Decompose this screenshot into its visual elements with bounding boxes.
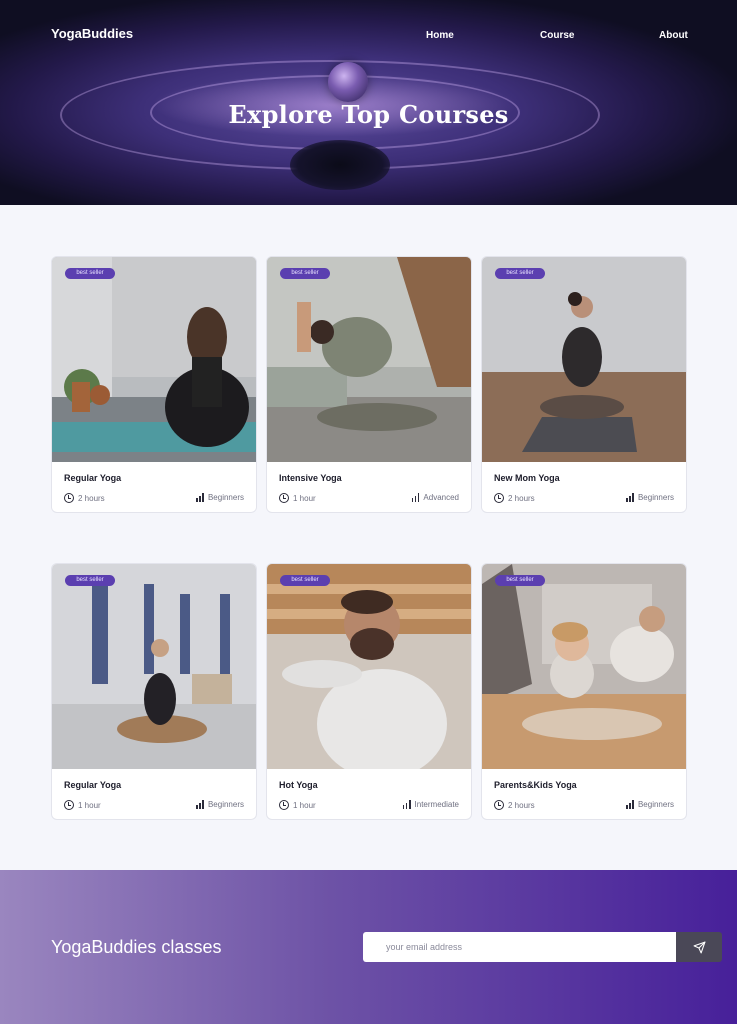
- level-label: Beginners: [637, 493, 674, 502]
- course-photo: [52, 257, 256, 462]
- signal-bars-icon: [196, 493, 204, 502]
- newsletter-footer: YogaBuddies classes: [0, 870, 737, 1024]
- course-title: Regular Yoga: [64, 780, 122, 790]
- duration-label: 1 hour: [293, 800, 316, 810]
- course-level: Beginners: [626, 800, 674, 809]
- clock-icon: [64, 493, 74, 503]
- course-card[interactable]: best seller Hot Yoga 1 hour Intermediate: [266, 563, 472, 820]
- clock-icon: [279, 493, 289, 503]
- clock-icon: [494, 493, 504, 503]
- signal-bars-icon: [626, 800, 634, 809]
- nav-about[interactable]: About: [659, 30, 688, 41]
- course-duration: 1 hour: [279, 800, 316, 810]
- level-label: Beginners: [207, 493, 244, 502]
- course-card[interactable]: best seller Parents&Kids Yoga 2 hours Be…: [481, 563, 687, 820]
- course-card[interactable]: best seller New Mom Yoga 2 hours Beginne…: [481, 256, 687, 513]
- course-level: Advanced: [411, 493, 459, 502]
- duration-label: 1 hour: [78, 800, 101, 810]
- course-title: Parents&Kids Yoga: [494, 780, 577, 790]
- course-photo: [52, 564, 256, 769]
- clock-icon: [279, 800, 289, 810]
- water-drop: [328, 62, 368, 102]
- course-title: Hot Yoga: [279, 780, 318, 790]
- course-card[interactable]: best seller Regular Yoga 2 hours Beginne…: [51, 256, 257, 513]
- best-seller-badge: best seller: [280, 575, 330, 586]
- best-seller-badge: best seller: [65, 268, 115, 279]
- hero-banner: YogaBuddies Home Course About Explore To…: [0, 0, 737, 205]
- logo[interactable]: YogaBuddies: [51, 26, 133, 41]
- signal-bars-icon: [196, 800, 204, 809]
- course-level: Beginners: [196, 493, 244, 502]
- level-label: Beginners: [207, 800, 244, 809]
- course-level: Beginners: [196, 800, 244, 809]
- page-title: Explore Top Courses: [228, 100, 509, 129]
- course-duration: 2 hours: [494, 800, 535, 810]
- course-photo: [482, 257, 686, 462]
- duration-label: 2 hours: [508, 800, 535, 810]
- water-splash: [290, 140, 390, 190]
- footer-title: YogaBuddies classes: [51, 937, 222, 957]
- course-level: Beginners: [626, 493, 674, 502]
- course-title: New Mom Yoga: [494, 473, 560, 483]
- duration-label: 2 hours: [78, 493, 105, 503]
- level-label: Beginners: [637, 800, 674, 809]
- course-duration: 1 hour: [64, 800, 101, 810]
- signal-bars-icon: [626, 493, 634, 502]
- best-seller-badge: best seller: [280, 268, 330, 279]
- course-duration: 2 hours: [494, 493, 535, 503]
- best-seller-badge: best seller: [495, 268, 545, 279]
- paper-plane-icon: [693, 941, 705, 953]
- level-label: Advanced: [423, 493, 459, 502]
- send-button[interactable]: [676, 932, 722, 962]
- course-title: Intensive Yoga: [279, 473, 342, 483]
- course-level: Intermediate: [402, 800, 459, 809]
- nav-home[interactable]: Home: [426, 30, 454, 41]
- signal-bars-icon: [411, 493, 420, 502]
- course-title: Regular Yoga: [64, 473, 122, 483]
- duration-label: 1 hour: [293, 493, 316, 503]
- clock-icon: [494, 800, 504, 810]
- clock-icon: [64, 800, 74, 810]
- email-input[interactable]: [363, 932, 676, 962]
- course-duration: 1 hour: [279, 493, 316, 503]
- course-card[interactable]: best seller Regular Yoga 1 hour Beginner…: [51, 563, 257, 820]
- signal-bars-icon: [402, 800, 411, 809]
- course-photo: [267, 257, 471, 462]
- level-label: Intermediate: [414, 800, 459, 809]
- duration-label: 2 hours: [508, 493, 535, 503]
- best-seller-badge: best seller: [65, 575, 115, 586]
- course-duration: 2 hours: [64, 493, 105, 503]
- best-seller-badge: best seller: [495, 575, 545, 586]
- course-photo: [267, 564, 471, 769]
- course-card[interactable]: best seller Intensive Yoga 1 hour Advanc…: [266, 256, 472, 513]
- course-photo: [482, 564, 686, 769]
- nav-course[interactable]: Course: [540, 30, 574, 41]
